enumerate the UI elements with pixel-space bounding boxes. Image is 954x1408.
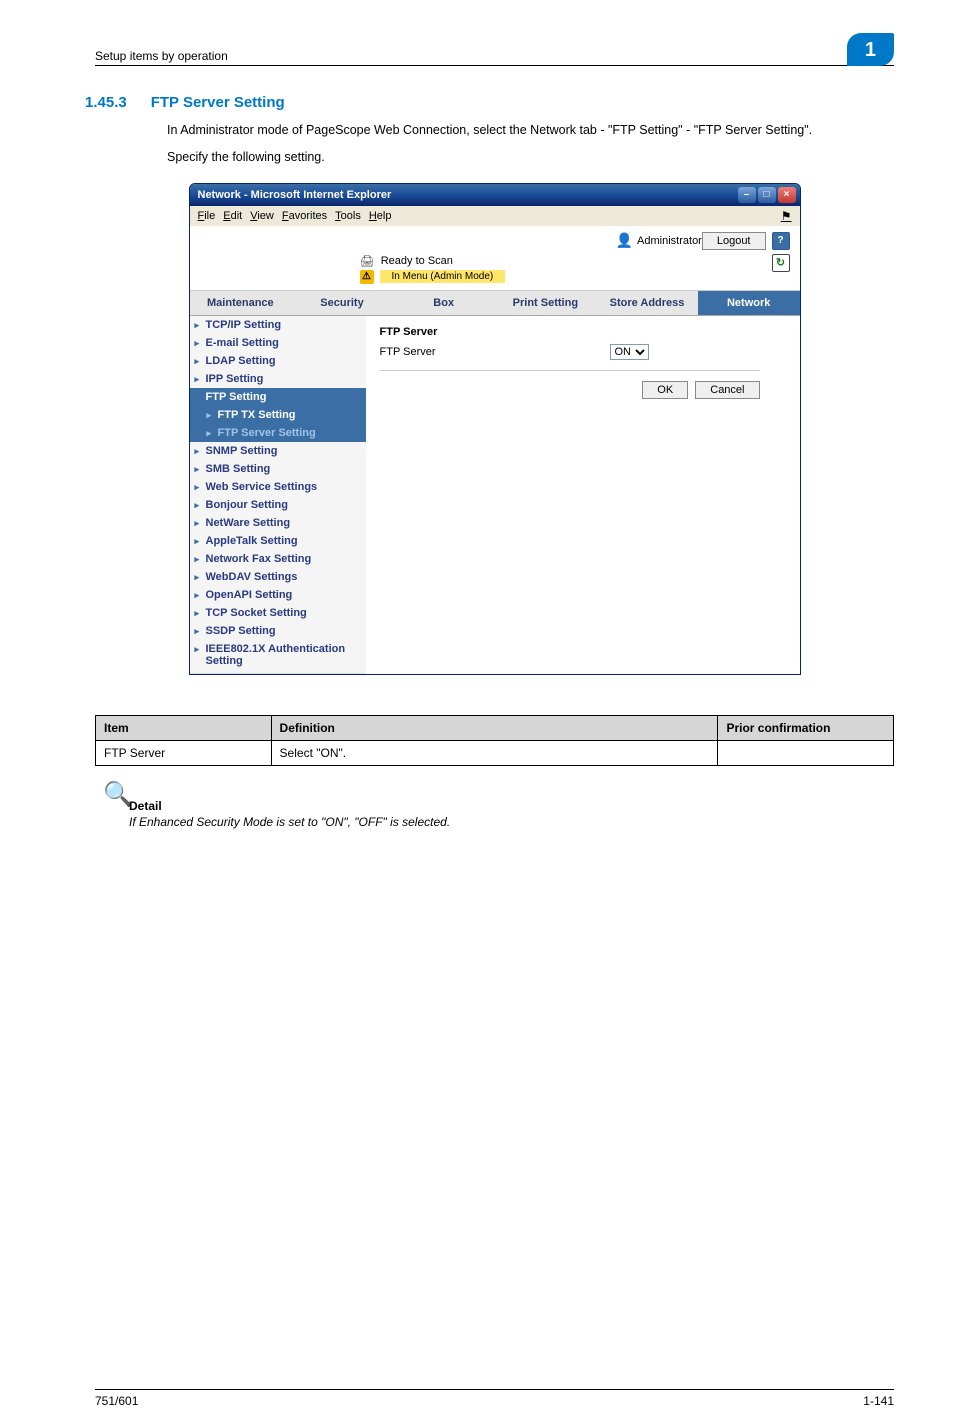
nav-tcpsocket[interactable]: TCP Socket Setting bbox=[190, 604, 366, 622]
nav-openapi[interactable]: OpenAPI Setting bbox=[190, 586, 366, 604]
nav-ftp[interactable]: FTP Setting bbox=[190, 388, 366, 406]
printer-icon: 🖨 bbox=[360, 254, 375, 268]
menu-view[interactable]: View bbox=[250, 210, 274, 222]
chapter-badge: 1 bbox=[847, 33, 894, 66]
cell-definition: Select "ON". bbox=[271, 740, 718, 765]
col-definition: Definition bbox=[271, 715, 718, 740]
nav-ftp-server[interactable]: FTP Server Setting bbox=[190, 424, 366, 442]
nav-tcpip[interactable]: TCP/IP Setting bbox=[190, 316, 366, 334]
warning-icon: ⚠ bbox=[360, 270, 374, 284]
nav-smb[interactable]: SMB Setting bbox=[190, 460, 366, 478]
nav-webdav[interactable]: WebDAV Settings bbox=[190, 568, 366, 586]
footer-left: 751/601 bbox=[95, 1394, 138, 1408]
nav-ftp-tx[interactable]: FTP TX Setting bbox=[190, 406, 366, 424]
nav-netfax[interactable]: Network Fax Setting bbox=[190, 550, 366, 568]
section-title: FTP Server Setting bbox=[151, 94, 285, 111]
side-nav: TCP/IP Setting E-mail Setting LDAP Setti… bbox=[190, 316, 366, 674]
help-button[interactable]: ? bbox=[772, 232, 790, 250]
tab-maintenance[interactable]: Maintenance bbox=[190, 291, 292, 315]
tab-security[interactable]: Security bbox=[291, 291, 393, 315]
menu-help[interactable]: Help bbox=[369, 210, 392, 222]
maximize-button[interactable]: □ bbox=[758, 187, 776, 203]
nav-ipp[interactable]: IPP Setting bbox=[190, 370, 366, 388]
nav-ldap[interactable]: LDAP Setting bbox=[190, 352, 366, 370]
panel-title: FTP Server bbox=[380, 326, 760, 338]
tab-print-setting[interactable]: Print Setting bbox=[495, 291, 597, 315]
section-number: 1.45.3 bbox=[85, 94, 127, 111]
status-mode: In Menu (Admin Mode) bbox=[380, 270, 506, 283]
refresh-icon[interactable]: ↻ bbox=[772, 254, 790, 272]
field-label-ftp-server: FTP Server bbox=[380, 346, 610, 358]
tab-box[interactable]: Box bbox=[393, 291, 495, 315]
nav-appletalk[interactable]: AppleTalk Setting bbox=[190, 532, 366, 550]
menu-tools[interactable]: Tools bbox=[335, 210, 361, 222]
divider bbox=[380, 370, 760, 371]
cancel-button[interactable]: Cancel bbox=[695, 381, 759, 399]
table-row: FTP Server Select "ON". bbox=[96, 740, 894, 765]
nav-snmp[interactable]: SNMP Setting bbox=[190, 442, 366, 460]
col-prior: Prior confirmation bbox=[718, 715, 894, 740]
tabs-row: Maintenance Security Box Print Setting S… bbox=[190, 290, 800, 316]
definition-table: Item Definition Prior confirmation FTP S… bbox=[95, 715, 894, 766]
tab-store-address[interactable]: Store Address bbox=[596, 291, 698, 315]
ok-button[interactable]: OK bbox=[642, 381, 688, 399]
col-item: Item bbox=[96, 715, 272, 740]
cell-item: FTP Server bbox=[96, 740, 272, 765]
footer-right: 1-141 bbox=[863, 1394, 894, 1408]
ie-flag-icon: ⚑ bbox=[781, 209, 792, 223]
menu-bar: File Edit View Favorites Tools Help ⚑ bbox=[190, 206, 800, 226]
detail-body: If Enhanced Security Mode is set to "ON"… bbox=[129, 815, 894, 829]
status-ready: Ready to Scan bbox=[381, 255, 453, 267]
nav-ssdp[interactable]: SSDP Setting bbox=[190, 622, 366, 640]
nav-netware[interactable]: NetWare Setting bbox=[190, 514, 366, 532]
close-button[interactable]: × bbox=[778, 187, 796, 203]
cell-prior bbox=[718, 740, 894, 765]
window-title: Network - Microsoft Internet Explorer bbox=[198, 189, 736, 201]
menu-edit[interactable]: Edit bbox=[223, 210, 242, 222]
window-titlebar: Network - Microsoft Internet Explorer – … bbox=[190, 184, 800, 206]
menu-favorites[interactable]: Favorites bbox=[282, 210, 327, 222]
nav-bonjour[interactable]: Bonjour Setting bbox=[190, 496, 366, 514]
nav-ieee[interactable]: IEEE802.1X Authentication Setting bbox=[190, 640, 366, 674]
nav-webservice[interactable]: Web Service Settings bbox=[190, 478, 366, 496]
admin-icon: 👤 bbox=[616, 232, 633, 249]
section-para-1: In Administrator mode of PageScope Web C… bbox=[167, 121, 894, 140]
minimize-button[interactable]: – bbox=[738, 187, 756, 203]
nav-email[interactable]: E-mail Setting bbox=[190, 334, 366, 352]
logout-button[interactable]: Logout bbox=[702, 232, 766, 250]
tab-network[interactable]: Network bbox=[698, 291, 800, 315]
main-panel: FTP Server FTP Server ON OK Cancel bbox=[366, 316, 800, 674]
browser-window: Network - Microsoft Internet Explorer – … bbox=[189, 183, 801, 675]
section-para-2: Specify the following setting. bbox=[167, 148, 894, 167]
breadcrumb: Setup items by operation bbox=[95, 49, 228, 63]
menu-file[interactable]: File bbox=[198, 210, 216, 222]
ftp-server-select[interactable]: ON bbox=[610, 344, 649, 360]
detail-heading: Detail bbox=[129, 799, 894, 813]
admin-label: Administrator bbox=[637, 235, 702, 247]
